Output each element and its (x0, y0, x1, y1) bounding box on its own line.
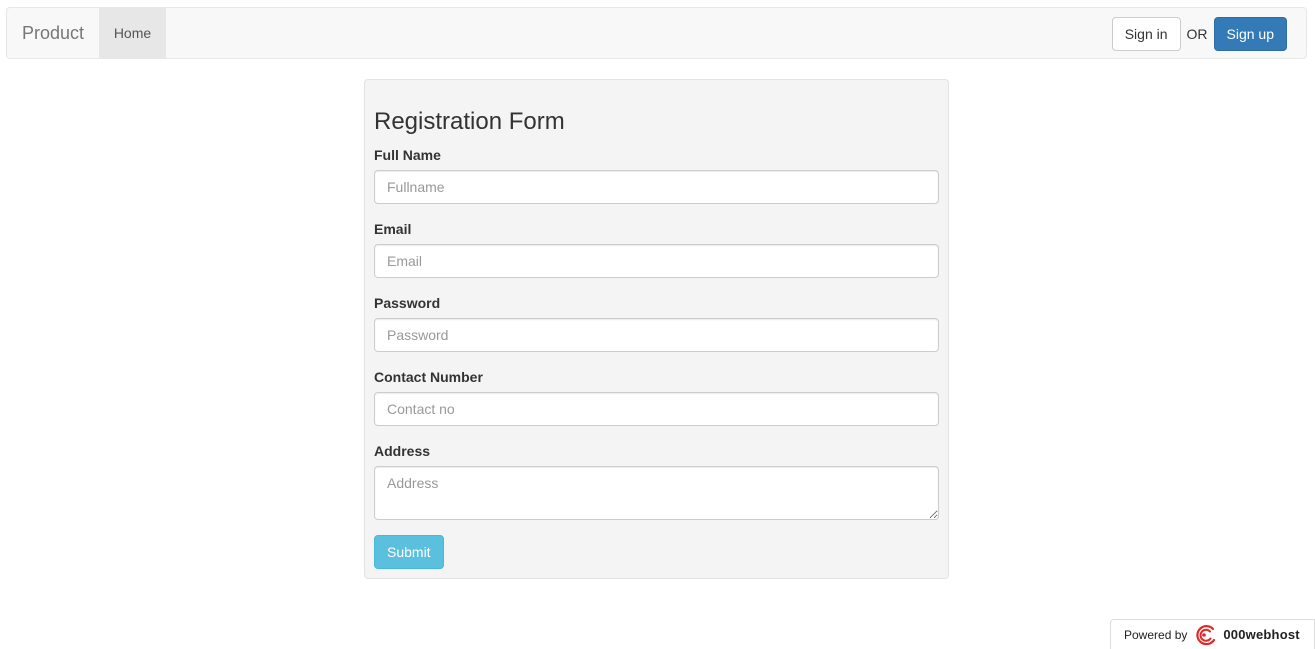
address-label: Address (374, 443, 431, 459)
email-input[interactable] (374, 244, 939, 278)
contact-number-input[interactable] (374, 392, 939, 426)
000webhost-name: 000webhost (1223, 627, 1300, 642)
password-label: Password (374, 295, 441, 311)
password-input[interactable] (374, 318, 939, 352)
navbar: Product Home Sign in OR Sign up (6, 7, 1307, 59)
navbar-brand[interactable]: Product (22, 8, 84, 58)
000webhost-logo-icon (1193, 624, 1217, 645)
submit-button[interactable]: Submit (374, 535, 444, 569)
contact-number-label: Contact Number (374, 369, 483, 385)
nav-item-home[interactable]: Home (99, 8, 166, 58)
or-separator: OR (1186, 26, 1208, 42)
sign-in-button[interactable]: Sign in (1111, 17, 1181, 51)
address-textarea[interactable] (374, 466, 939, 520)
powered-by-badge[interactable]: Powered by 000webhost (1110, 619, 1315, 649)
sign-up-button[interactable]: Sign up (1213, 17, 1287, 51)
navbar-auth-actions: Sign in OR Sign up (1111, 17, 1287, 51)
email-label: Email (374, 221, 412, 237)
full-name-input[interactable] (374, 170, 939, 204)
full-name-label: Full Name (374, 147, 441, 163)
form-title: Registration Form (374, 108, 565, 135)
powered-by-text: Powered by (1124, 627, 1188, 642)
registration-form-panel: Registration Form Full Name Email Passwo… (364, 79, 949, 579)
